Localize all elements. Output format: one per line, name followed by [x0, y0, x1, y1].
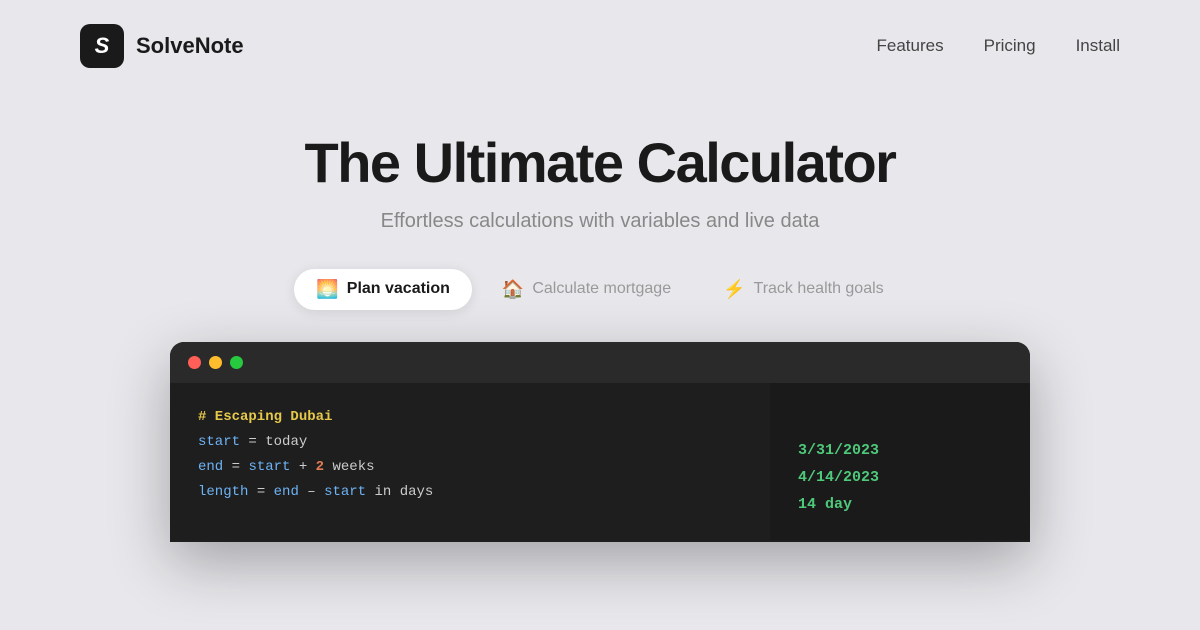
code-var-end: end — [198, 459, 223, 475]
nav-links: Features Pricing Install — [877, 36, 1120, 56]
logo-area: S SolveNote — [80, 24, 244, 68]
code-today: today — [265, 434, 307, 450]
code-comment: # Escaping Dubai — [198, 409, 332, 425]
tab-plan-vacation-label: Plan vacation — [347, 280, 450, 298]
code-var-start: start — [198, 434, 240, 450]
navigation: S SolveNote Features Pricing Install — [0, 0, 1200, 92]
code-var-start-ref: start — [248, 459, 290, 475]
code-line-comment: # Escaping Dubai — [198, 405, 742, 430]
code-var-length: length — [198, 484, 248, 500]
logo-text: SolveNote — [136, 33, 244, 59]
tab-track-health[interactable]: ⚡ Track health goals — [701, 269, 906, 310]
code-in-days: in days — [375, 484, 434, 500]
nav-link-install[interactable]: Install — [1076, 36, 1120, 56]
code-line-start: start = today — [198, 430, 742, 455]
result-length: 14 day — [798, 491, 1002, 518]
window-content: # Escaping Dubai start = today end = sta… — [170, 383, 1030, 540]
nav-link-pricing[interactable]: Pricing — [984, 36, 1036, 56]
code-weeks: weeks — [332, 459, 374, 475]
hero-section: The Ultimate Calculator Effortless calcu… — [0, 92, 1200, 269]
code-op-2: = — [232, 459, 249, 475]
code-op-minus: – — [307, 484, 324, 500]
result-end-date: 4/14/2023 — [798, 464, 1002, 491]
result-start-date: 3/31/2023 — [798, 437, 1002, 464]
code-panel: # Escaping Dubai start = today end = sta… — [170, 383, 770, 540]
code-number-2: 2 — [316, 459, 324, 475]
demo-window: # Escaping Dubai start = today end = sta… — [170, 342, 1030, 542]
tab-plan-vacation[interactable]: 🌅 Plan vacation — [294, 269, 472, 310]
code-op-plus: + — [299, 459, 316, 475]
nav-link-features[interactable]: Features — [877, 36, 944, 56]
code-op-1: = — [248, 434, 265, 450]
hero-subtitle: Effortless calculations with variables a… — [0, 210, 1200, 233]
logo-icon: S — [80, 24, 124, 68]
code-var-start-ref2: start — [324, 484, 366, 500]
tab-calculate-mortgage[interactable]: 🏠 Calculate mortgage — [480, 269, 693, 310]
window-titlebar — [170, 342, 1030, 383]
calculate-mortgage-icon: 🏠 — [502, 279, 524, 300]
result-panel: 3/31/2023 4/14/2023 14 day — [770, 383, 1030, 540]
code-line-length: length = end – start in days — [198, 480, 742, 505]
window-minimize-dot — [209, 356, 222, 369]
plan-vacation-icon: 🌅 — [316, 279, 338, 300]
window-maximize-dot — [230, 356, 243, 369]
code-op-3: = — [257, 484, 274, 500]
code-var-end-ref: end — [274, 484, 299, 500]
tabs-bar: 🌅 Plan vacation 🏠 Calculate mortgage ⚡ T… — [0, 269, 1200, 310]
code-line-end: end = start + 2 weeks — [198, 455, 742, 480]
tab-track-health-label: Track health goals — [754, 280, 884, 298]
window-close-dot — [188, 356, 201, 369]
hero-title: The Ultimate Calculator — [0, 132, 1200, 194]
track-health-icon: ⚡ — [723, 279, 745, 300]
tab-calculate-mortgage-label: Calculate mortgage — [532, 280, 671, 298]
